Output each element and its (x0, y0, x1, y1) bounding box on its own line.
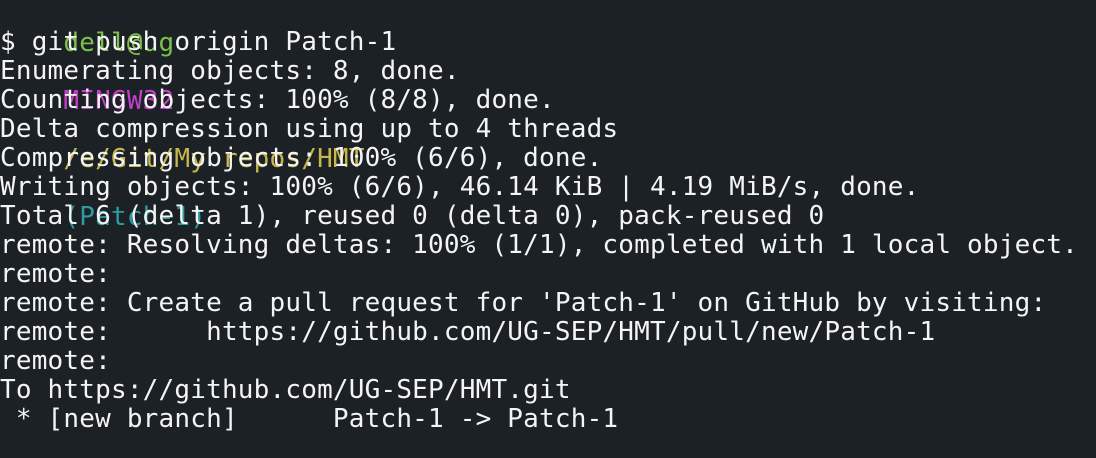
output-line: Delta compression using up to 4 threads (0, 114, 619, 144)
output-line: remote: Create a pull request for 'Patch… (0, 288, 1047, 318)
output-line: Writing objects: 100% (6/6), 46.14 KiB |… (0, 172, 920, 202)
output-line: Counting objects: 100% (8/8), done. (0, 85, 555, 115)
output-line: Total 6 (delta 1), reused 0 (delta 0), p… (0, 201, 825, 231)
output-line: remote: (0, 346, 111, 376)
output-line: Compressing objects: 100% (6/6), done. (0, 143, 603, 173)
output-line: * [new branch] Patch-1 -> Patch-1 (0, 404, 619, 434)
prompt-line: dell@ug MINGW32 /e/Git/My repos/HMT (Pat… (0, 0, 365, 232)
output-line: To https://github.com/UG-SEP/HMT.git (0, 375, 571, 405)
output-line: remote: https://github.com/UG-SEP/HMT/pu… (0, 317, 936, 347)
output-line: Enumerating objects: 8, done. (0, 56, 460, 86)
output-line: remote: (0, 259, 111, 289)
output-line: remote: Resolving deltas: 100% (1/1), co… (0, 230, 1079, 260)
terminal-window[interactable]: dell@ug MINGW32 /e/Git/My repos/HMT (Pat… (0, 0, 1096, 458)
command-line: $ git push origin Patch-1 (0, 27, 397, 57)
